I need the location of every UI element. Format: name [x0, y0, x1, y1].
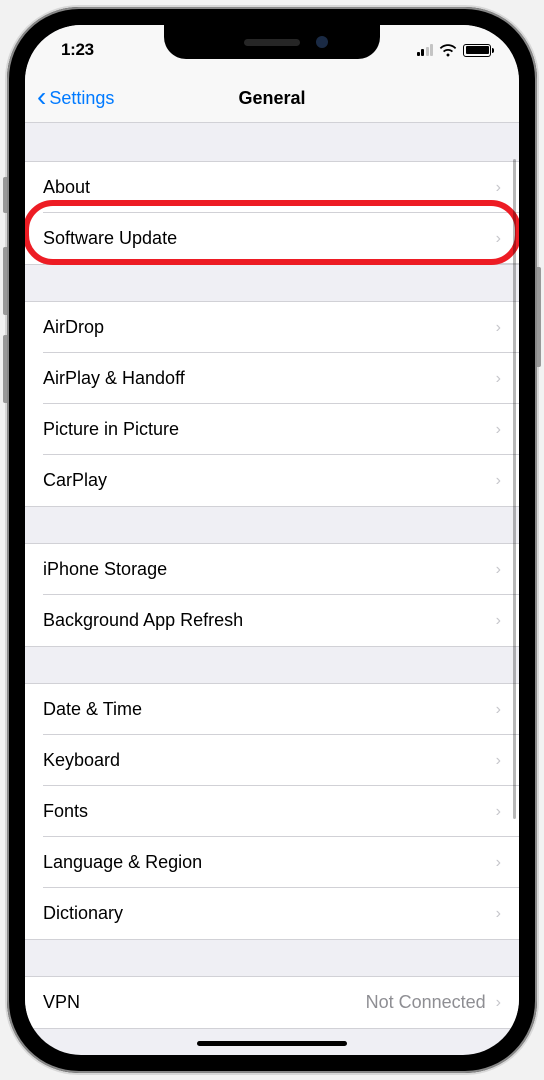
list-item-language-region[interactable]: Language & Region › — [25, 837, 519, 888]
list-group-5: VPN Not Connected › — [25, 976, 519, 1029]
nav-bar: ‹ Settings General — [25, 75, 519, 123]
screen: 1:23 ‹ Settings Gen — [25, 25, 519, 1055]
item-value: Not Connected — [366, 992, 486, 1013]
list-group-1: About › Software Update › — [25, 161, 519, 265]
chevron-right-icon: › — [496, 803, 501, 821]
list-group-2: AirDrop › AirPlay & Handoff › Picture in… — [25, 301, 519, 507]
status-icons — [417, 44, 492, 57]
item-label: Fonts — [43, 801, 88, 822]
item-label: VPN — [43, 992, 80, 1013]
list-item-carplay[interactable]: CarPlay › — [25, 455, 519, 506]
chevron-right-icon: › — [496, 701, 501, 719]
chevron-right-icon: › — [496, 230, 501, 248]
chevron-right-icon: › — [496, 994, 501, 1012]
cellular-signal-icon — [417, 44, 434, 56]
chevron-right-icon: › — [496, 612, 501, 630]
list-group-4: Date & Time › Keyboard › Fonts › Languag… — [25, 683, 519, 940]
item-label: Picture in Picture — [43, 419, 179, 440]
chevron-right-icon: › — [496, 854, 501, 872]
phone-frame: 1:23 ‹ Settings Gen — [7, 7, 537, 1073]
item-label: Language & Region — [43, 852, 202, 873]
volume-up-button — [3, 247, 7, 315]
wifi-icon — [439, 44, 457, 57]
item-label: Dictionary — [43, 903, 123, 924]
item-label: iPhone Storage — [43, 559, 167, 580]
list-group-3: iPhone Storage › Background App Refresh … — [25, 543, 519, 647]
list-item-background-app-refresh[interactable]: Background App Refresh › — [25, 595, 519, 646]
section-gap — [25, 940, 519, 976]
item-label: AirPlay & Handoff — [43, 368, 185, 389]
back-button[interactable]: ‹ Settings — [37, 86, 114, 111]
back-label: Settings — [49, 88, 114, 109]
list-item-iphone-storage[interactable]: iPhone Storage › — [25, 544, 519, 595]
power-button — [537, 267, 541, 367]
notch — [164, 25, 380, 59]
item-label: AirDrop — [43, 317, 104, 338]
chevron-right-icon: › — [496, 752, 501, 770]
content-scroll[interactable]: About › Software Update › AirDrop — [25, 123, 519, 1055]
list-item-software-update[interactable]: Software Update › — [25, 213, 519, 264]
front-camera — [316, 36, 328, 48]
volume-down-button — [3, 335, 7, 403]
chevron-right-icon: › — [496, 905, 501, 923]
item-label: CarPlay — [43, 470, 107, 491]
section-gap — [25, 265, 519, 301]
item-label: Date & Time — [43, 699, 142, 720]
list-item-dictionary[interactable]: Dictionary › — [25, 888, 519, 939]
speaker — [244, 39, 300, 46]
item-label: About — [43, 177, 90, 198]
list-item-airplay-handoff[interactable]: AirPlay & Handoff › — [25, 353, 519, 404]
status-time: 1:23 — [61, 40, 94, 60]
home-indicator[interactable] — [197, 1041, 347, 1046]
item-label: Background App Refresh — [43, 610, 243, 631]
section-gap — [25, 647, 519, 683]
section-gap — [25, 507, 519, 543]
chevron-right-icon: › — [496, 370, 501, 388]
chevron-right-icon: › — [496, 179, 501, 197]
section-gap — [25, 123, 519, 161]
chevron-right-icon: › — [496, 421, 501, 439]
item-label: Keyboard — [43, 750, 120, 771]
list-item-date-time[interactable]: Date & Time › — [25, 684, 519, 735]
chevron-right-icon: › — [496, 472, 501, 490]
list-item-airdrop[interactable]: AirDrop › — [25, 302, 519, 353]
list-item-about[interactable]: About › — [25, 162, 519, 213]
item-label: Software Update — [43, 228, 177, 249]
list-item-keyboard[interactable]: Keyboard › — [25, 735, 519, 786]
list-item-vpn[interactable]: VPN Not Connected › — [25, 977, 519, 1028]
list-item-picture-in-picture[interactable]: Picture in Picture › — [25, 404, 519, 455]
battery-icon — [463, 44, 491, 57]
chevron-right-icon: › — [496, 561, 501, 579]
chevron-right-icon: › — [496, 319, 501, 337]
list-item-fonts[interactable]: Fonts › — [25, 786, 519, 837]
scroll-indicator — [513, 159, 516, 819]
chevron-left-icon: ‹ — [37, 83, 46, 111]
mute-switch — [3, 177, 7, 213]
page-title: General — [238, 88, 305, 109]
